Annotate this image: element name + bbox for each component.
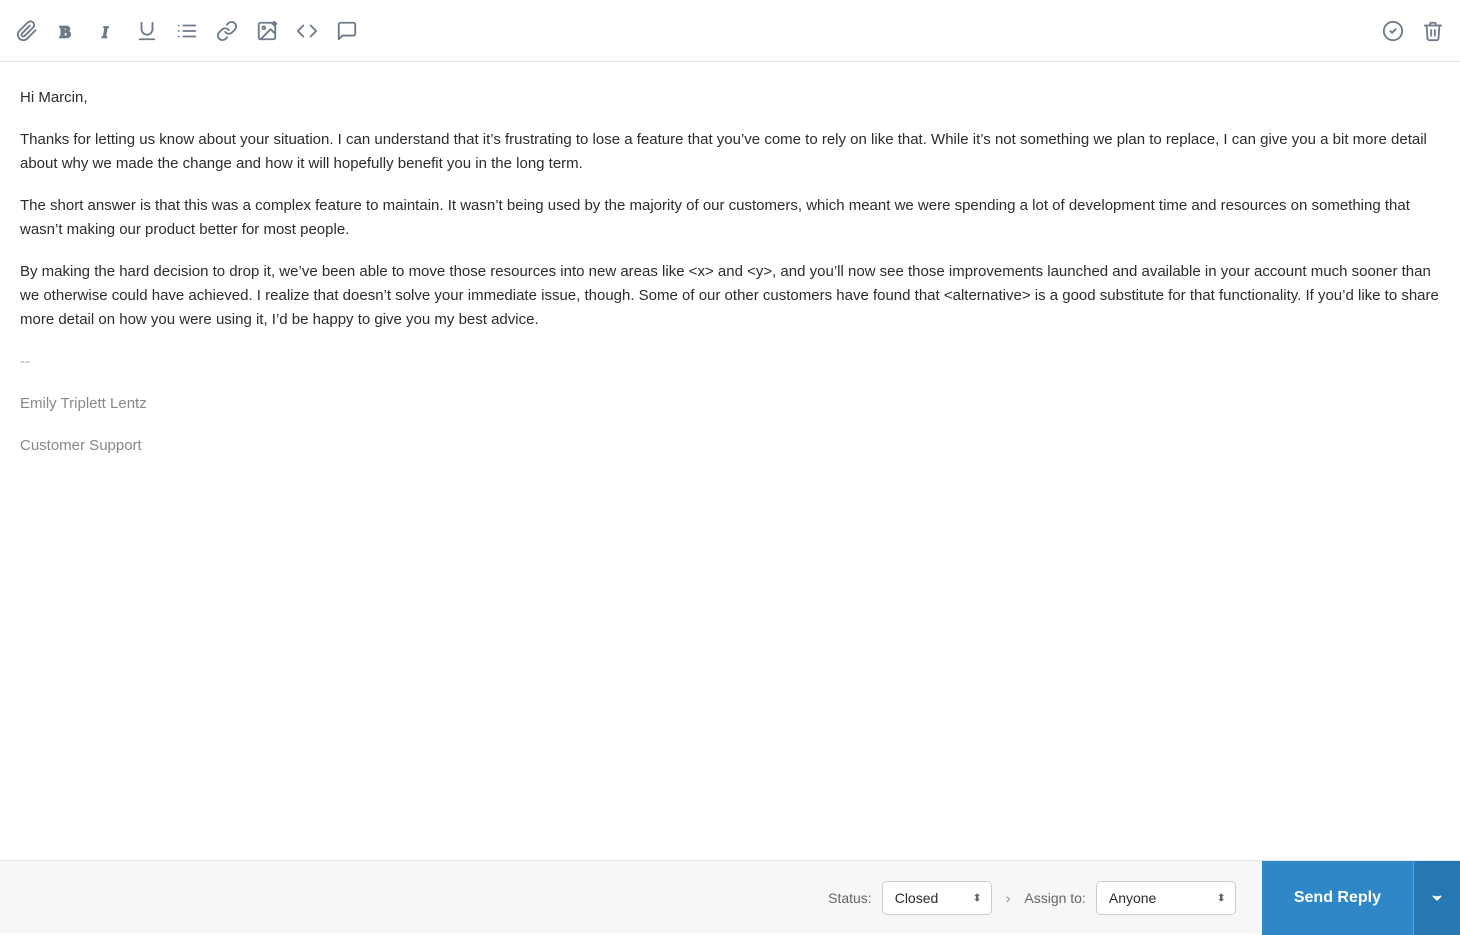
paragraph-1: Thanks for letting us know about your si…: [20, 128, 1440, 176]
status-select[interactable]: Open Closed Pending: [882, 881, 992, 915]
signature-name: Emily Triplett Lentz: [20, 392, 1440, 416]
resolve-icon[interactable]: [1382, 20, 1404, 42]
emoji-icon[interactable]: [336, 20, 358, 42]
image-icon[interactable]: [256, 20, 278, 42]
svg-text:I: I: [101, 24, 108, 41]
assign-select-wrapper: Anyone Me Team: [1096, 881, 1236, 915]
svg-text:B: B: [60, 22, 71, 41]
italic-icon[interactable]: I: [96, 20, 118, 42]
send-reply-button[interactable]: Send Reply: [1262, 861, 1413, 935]
signature: -- Emily Triplett Lentz Customer Support: [20, 350, 1440, 458]
toolbar-left: B I: [16, 20, 1382, 42]
paragraph-3: By making the hard decision to drop it, …: [20, 260, 1440, 332]
signature-divider: --: [20, 350, 1440, 374]
toolbar-right: [1382, 20, 1444, 42]
assign-label: Assign to:: [1024, 890, 1085, 906]
bottom-bar: Status: Open Closed Pending › Assign to:…: [0, 860, 1460, 934]
trash-icon[interactable]: [1422, 20, 1444, 42]
assign-select[interactable]: Anyone Me Team: [1096, 881, 1236, 915]
bottom-bar-inner: Status: Open Closed Pending › Assign to:…: [812, 861, 1460, 935]
bold-icon[interactable]: B: [56, 20, 78, 42]
chevron-separator: ›: [1006, 890, 1011, 906]
email-editor[interactable]: Hi Marcin, Thanks for letting us know ab…: [0, 62, 1460, 860]
signature-title: Customer Support: [20, 434, 1440, 458]
greeting: Hi Marcin,: [20, 86, 1440, 110]
code-icon[interactable]: [296, 20, 318, 42]
paragraph-2: The short answer is that this was a comp…: [20, 194, 1440, 242]
status-label: Status:: [828, 890, 872, 906]
editor-toolbar: B I: [0, 0, 1460, 62]
underline-icon[interactable]: [136, 20, 158, 42]
status-group: Status: Open Closed Pending › Assign to:…: [812, 881, 1252, 915]
send-reply-group: Send Reply: [1262, 861, 1460, 935]
send-reply-dropdown-button[interactable]: [1413, 861, 1460, 935]
status-select-wrapper: Open Closed Pending: [882, 881, 992, 915]
link-icon[interactable]: [216, 20, 238, 42]
attachment-icon[interactable]: [16, 20, 38, 42]
list-icon[interactable]: [176, 20, 198, 42]
